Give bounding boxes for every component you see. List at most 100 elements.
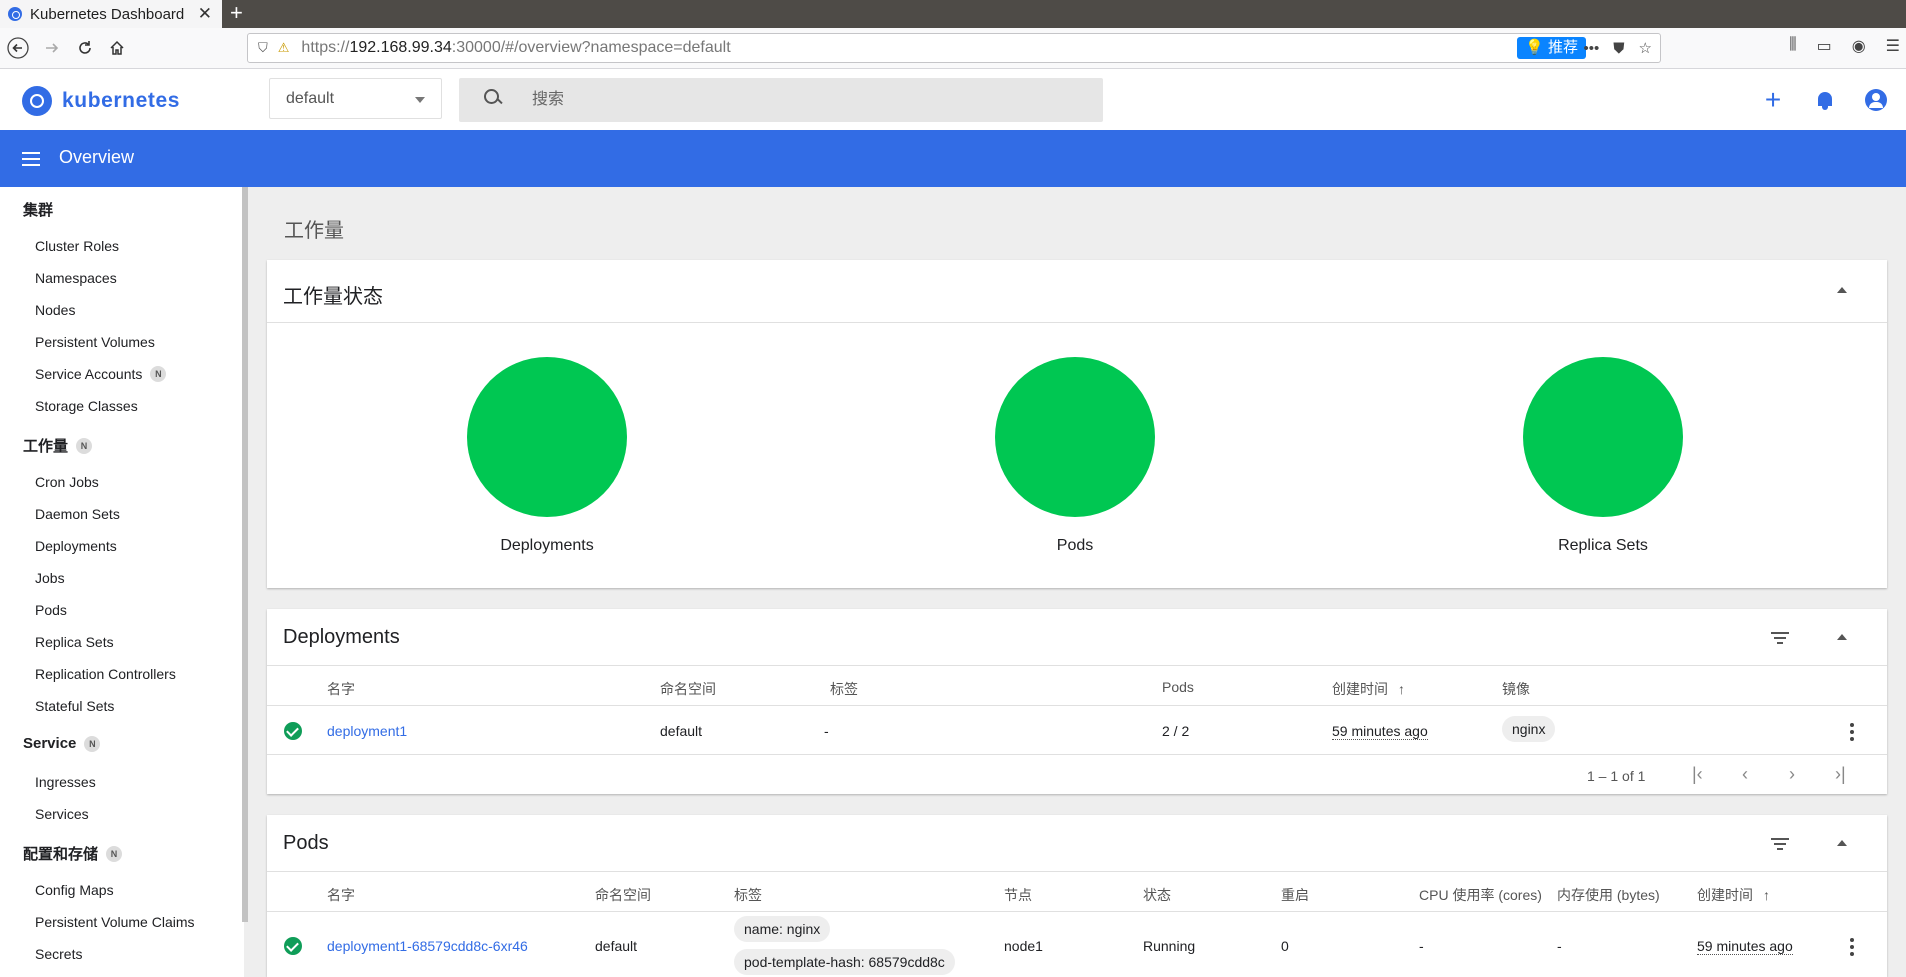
pod-created: 59 minutes ago [1697,938,1793,955]
page-actions-icon[interactable]: ••• [1584,40,1600,57]
sidebar-toggle-icon[interactable]: ▭ [1817,36,1832,56]
column-header-labels: 标签 [734,887,762,903]
pods-card: Pods 名字 命名空间 标签 节点 状态 重启 CPU 使用率 (cores)… [267,815,1887,977]
deployment-labels: - [824,723,829,739]
sidebar-item-cluster-roles[interactable]: Cluster Roles [35,238,119,254]
shield-icon[interactable]: ⛉ [258,40,268,56]
sidebar-item-cron-jobs[interactable]: Cron Jobs [35,474,99,490]
sidebar-item-replica-sets[interactable]: Replica Sets [35,634,114,650]
deployments-status[interactable]: Deployments [447,357,647,555]
browser-tab[interactable]: Kubernetes Dashboard ✕ [0,0,222,28]
deployment-namespace: default [660,723,703,739]
deployment-name-link[interactable]: deployment1 [327,723,407,739]
column-header-node[interactable]: 节点 [1004,885,1032,905]
pods-status[interactable]: Pods [975,357,1175,555]
last-page-icon[interactable]: ›| [1835,764,1846,785]
tab-close-icon[interactable]: ✕ [198,4,212,24]
sidebar-item-storage-classes[interactable]: Storage Classes [35,398,138,414]
sidebar-item-stateful-sets[interactable]: Stateful Sets [35,698,114,714]
status-circle-deployments [467,357,627,517]
sidebar-item-ingresses[interactable]: Ingresses [35,774,96,790]
collapse-icon[interactable] [1837,840,1847,846]
column-header-namespace[interactable]: 命名空间 [660,679,716,699]
home-icon[interactable] [105,36,129,60]
collapse-icon[interactable] [1837,287,1847,293]
previous-page-icon[interactable]: ‹ [1742,764,1748,785]
url-actions: ••• ⛊ ☆ [1584,37,1652,59]
pod-node: node1 [1004,938,1043,954]
pod-restarts: 0 [1281,938,1289,954]
column-header-status[interactable]: 状态 [1143,885,1171,905]
sidebar-item-deployments[interactable]: Deployments [35,538,117,554]
column-header-restarts: 重启 [1281,887,1309,903]
firefox-account-icon[interactable]: ◉ [1852,36,1866,56]
sidebar-section-workloads[interactable]: 工作量 N [23,435,93,456]
browser-menu-icon[interactable]: ☰ [1886,36,1900,56]
first-page-icon[interactable]: |‹ [1692,764,1703,785]
forward-arrow-icon[interactable] [40,36,64,60]
browser-toolbar-icons: ⫼ ▭ ◉ ☰ [1789,36,1906,56]
status-circle-pods [995,357,1155,517]
create-button[interactable]: + [1760,86,1786,114]
sidebar-item-services[interactable]: Services [35,806,89,822]
more-vert-icon[interactable] [1850,938,1854,956]
sidebar-item-persistent-volumes[interactable]: Persistent Volumes [35,334,155,350]
sidebar-item-service-accounts[interactable]: Service Accounts N [35,366,167,382]
column-header-name[interactable]: 名字 [327,679,355,699]
namespaced-badge: N [84,735,101,752]
kubernetes-logo[interactable]: kubernetes [22,86,180,116]
sidebar-item-secrets[interactable]: Secrets [35,946,82,962]
reload-icon[interactable] [73,36,97,60]
namespaced-badge: N [150,366,167,382]
bookmark-star-icon[interactable]: ☆ [1639,39,1652,57]
pod-name-link[interactable]: deployment1-68579cdd8c-6xr46 [327,938,528,954]
back-arrow-icon[interactable] [6,36,30,60]
recommend-button[interactable]: 💡 推荐 [1517,37,1586,59]
browser-tab-bar: Kubernetes Dashboard ✕ + [0,0,1906,28]
namespace-value: default [286,89,335,107]
pocket-icon[interactable]: ⛊ [1613,40,1624,57]
kubernetes-favicon-icon [8,7,22,21]
sidebar-section-cluster[interactable]: 集群 [23,199,53,220]
sidebar-item-namespaces[interactable]: Namespaces [35,270,117,286]
card-title: Pods [283,832,329,854]
sidebar-item-pods[interactable]: Pods [35,602,67,618]
next-page-icon[interactable]: › [1789,764,1795,785]
library-icon[interactable]: ⫼ [1789,36,1796,56]
filter-icon[interactable] [1771,838,1789,850]
workloads-section-title: 工作量 [284,220,344,242]
label-chip: pod-template-hash: 68579cdd8c [734,949,955,975]
hamburger-menu-icon[interactable] [22,152,40,166]
search-input[interactable] [532,88,1072,112]
sidebar-item-config-maps[interactable]: Config Maps [35,882,114,898]
deployment-created: 59 minutes ago [1332,723,1428,740]
column-header-namespace[interactable]: 命名空间 [595,885,651,905]
sidebar-item-daemon-sets[interactable]: Daemon Sets [35,506,120,522]
brand-name: kubernetes [62,89,181,112]
account-button[interactable] [1863,87,1889,113]
sidebar-scrollbar[interactable] [242,187,248,922]
check-circle-icon [284,937,302,955]
sidebar-item-nodes[interactable]: Nodes [35,302,75,318]
sidebar-item-persistent-volume-claims[interactable]: Persistent Volume Claims [35,914,195,930]
sidebar-section-service[interactable]: Service N [23,735,101,752]
column-header-name[interactable]: 名字 [327,885,355,905]
status-label: Replica Sets [1558,537,1648,554]
sidebar-item-jobs[interactable]: Jobs [35,570,65,586]
sidebar-item-replication-controllers[interactable]: Replication Controllers [35,666,176,682]
column-header-created[interactable]: 创建时间 ↑ [1697,885,1770,905]
column-header-created[interactable]: 创建时间 ↑ [1332,679,1405,699]
sidebar-section-config-storage[interactable]: 配置和存储 N [23,843,123,864]
sort-arrow-icon: ↑ [1398,681,1405,697]
insecure-lock-icon[interactable]: ⚠ [278,40,290,56]
pod-memory: - [1557,938,1562,954]
more-vert-icon[interactable] [1850,723,1854,741]
notifications-button[interactable] [1812,87,1838,113]
collapse-icon[interactable] [1837,634,1847,640]
url-bar[interactable]: ⛉ ⚠ https://192.168.99.34:30000/#/overvi… [247,33,1661,63]
new-tab-button[interactable]: + [230,0,243,28]
replica-sets-status[interactable]: Replica Sets [1503,357,1703,555]
filter-icon[interactable] [1771,632,1789,644]
namespace-select[interactable]: default [269,78,442,119]
sort-arrow-icon: ↑ [1763,887,1770,903]
